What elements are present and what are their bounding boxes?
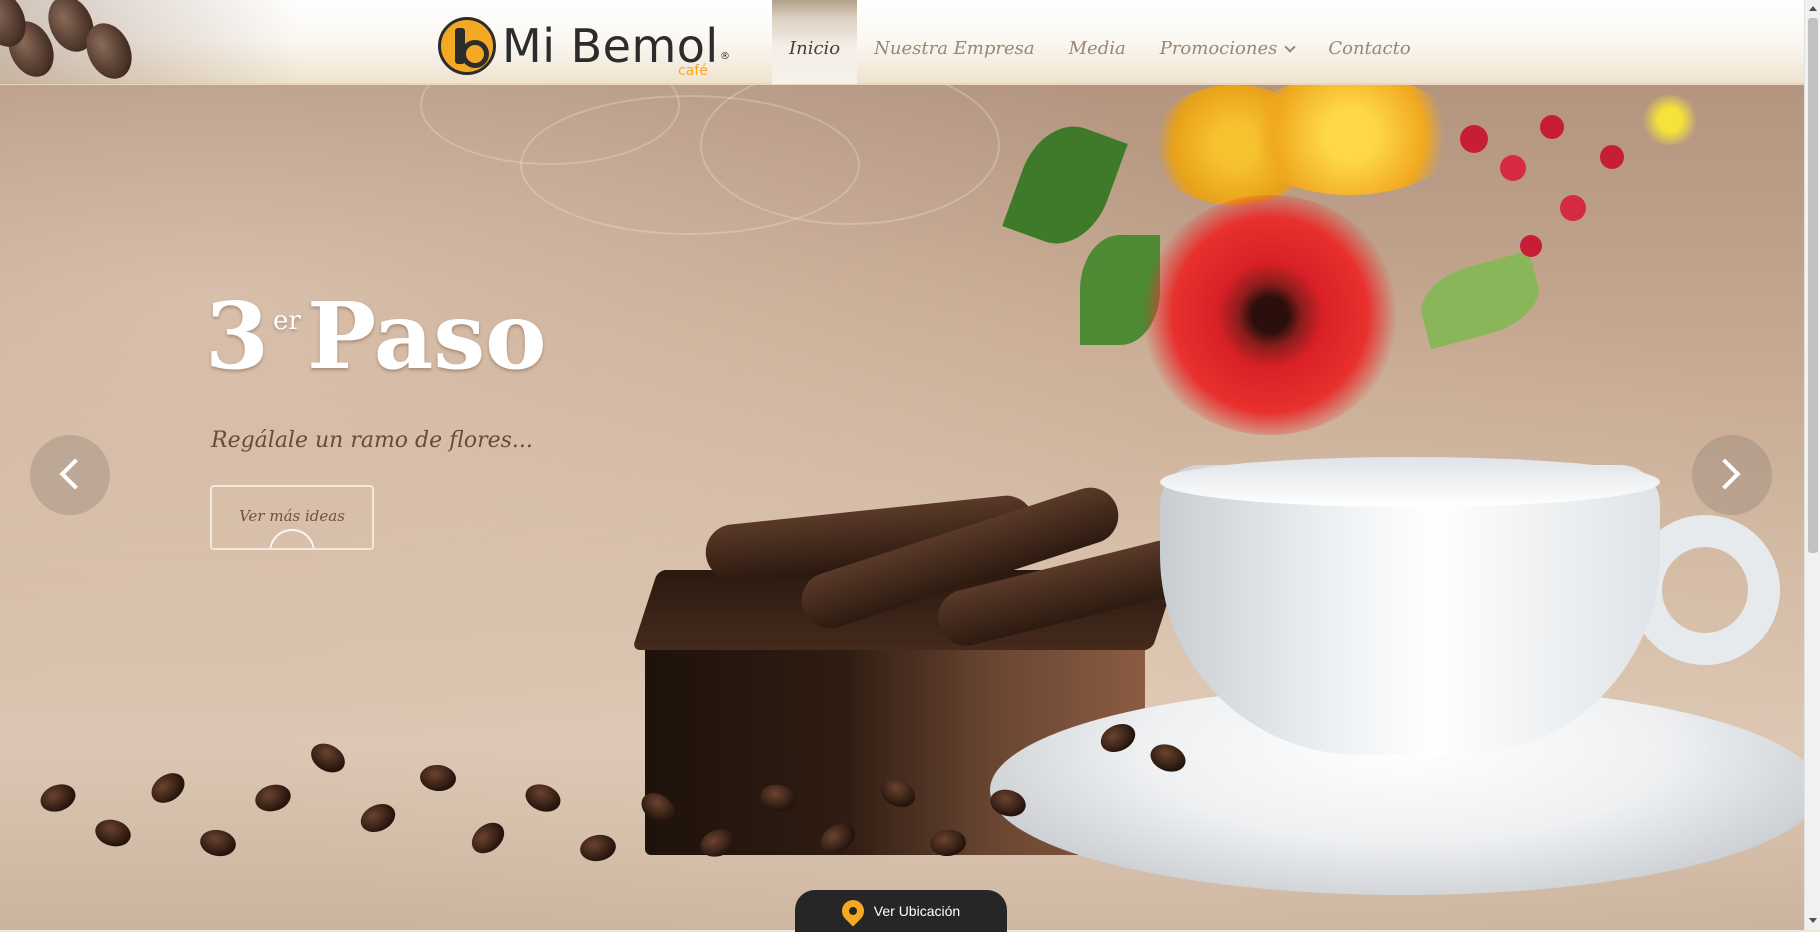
chevron-left-icon [59, 458, 91, 490]
slide-title-word: Paso [307, 282, 547, 390]
slide-step-number: 3 [205, 282, 270, 390]
slider-next-button[interactable] [1692, 435, 1772, 515]
nav-label: Nuestra Empresa [874, 38, 1035, 59]
main-nav: Inicio Nuestra Empresa Media Promociones… [772, 0, 1428, 84]
chevron-down-icon [1284, 41, 1297, 53]
slider-prev-button[interactable] [30, 435, 110, 515]
chevron-right-icon [1709, 458, 1741, 490]
nav-label: Inicio [789, 38, 841, 59]
site-header: Mi Bemol ® café Inicio Nuestra Empresa M… [0, 0, 1804, 85]
nav-label: Promociones [1159, 38, 1278, 59]
scroll-down-arrow-icon[interactable] [1809, 918, 1817, 923]
logo[interactable]: Mi Bemol ® café [438, 15, 733, 79]
flowers-image [1000, 85, 1720, 485]
coffee-cup-image [1160, 457, 1780, 810]
nav-label: Media [1068, 38, 1126, 59]
nav-item-nuestra-empresa[interactable]: Nuestra Empresa [857, 0, 1051, 84]
scrollbar-thumb[interactable] [1808, 18, 1818, 553]
nav-item-contacto[interactable]: Contacto [1311, 0, 1427, 84]
slide-title: 3 er Paso [205, 290, 547, 382]
button-label: Ver más ideas [239, 507, 345, 525]
ver-mas-ideas-button[interactable]: Ver más ideas [210, 485, 374, 550]
nav-item-inicio[interactable]: Inicio [772, 0, 858, 84]
logo-mark-icon [438, 17, 496, 75]
map-pin-icon [837, 895, 869, 927]
header-coffee-beans-image [0, 0, 300, 84]
location-label: Ver Ubicación [873, 903, 961, 919]
hero-slider: 3 er Paso Regálale un ramo de flores... Ve… [0, 85, 1804, 930]
sun-glow-icon [269, 529, 315, 548]
nav-item-promociones[interactable]: Promociones [1143, 0, 1312, 84]
nav-label: Contacto [1328, 38, 1411, 59]
ver-ubicacion-button[interactable]: Ver Ubicación [795, 890, 1007, 932]
logo-registered-mark: ® [720, 51, 730, 62]
slide-subtitle: Regálale un ramo de flores... [211, 428, 533, 453]
nav-item-media[interactable]: Media [1052, 0, 1143, 84]
slide-step-superscript: er [273, 306, 301, 336]
page-scrollbar[interactable] [1804, 0, 1820, 930]
logo-tagline: café [678, 63, 708, 79]
scroll-up-arrow-icon[interactable] [1809, 6, 1817, 11]
